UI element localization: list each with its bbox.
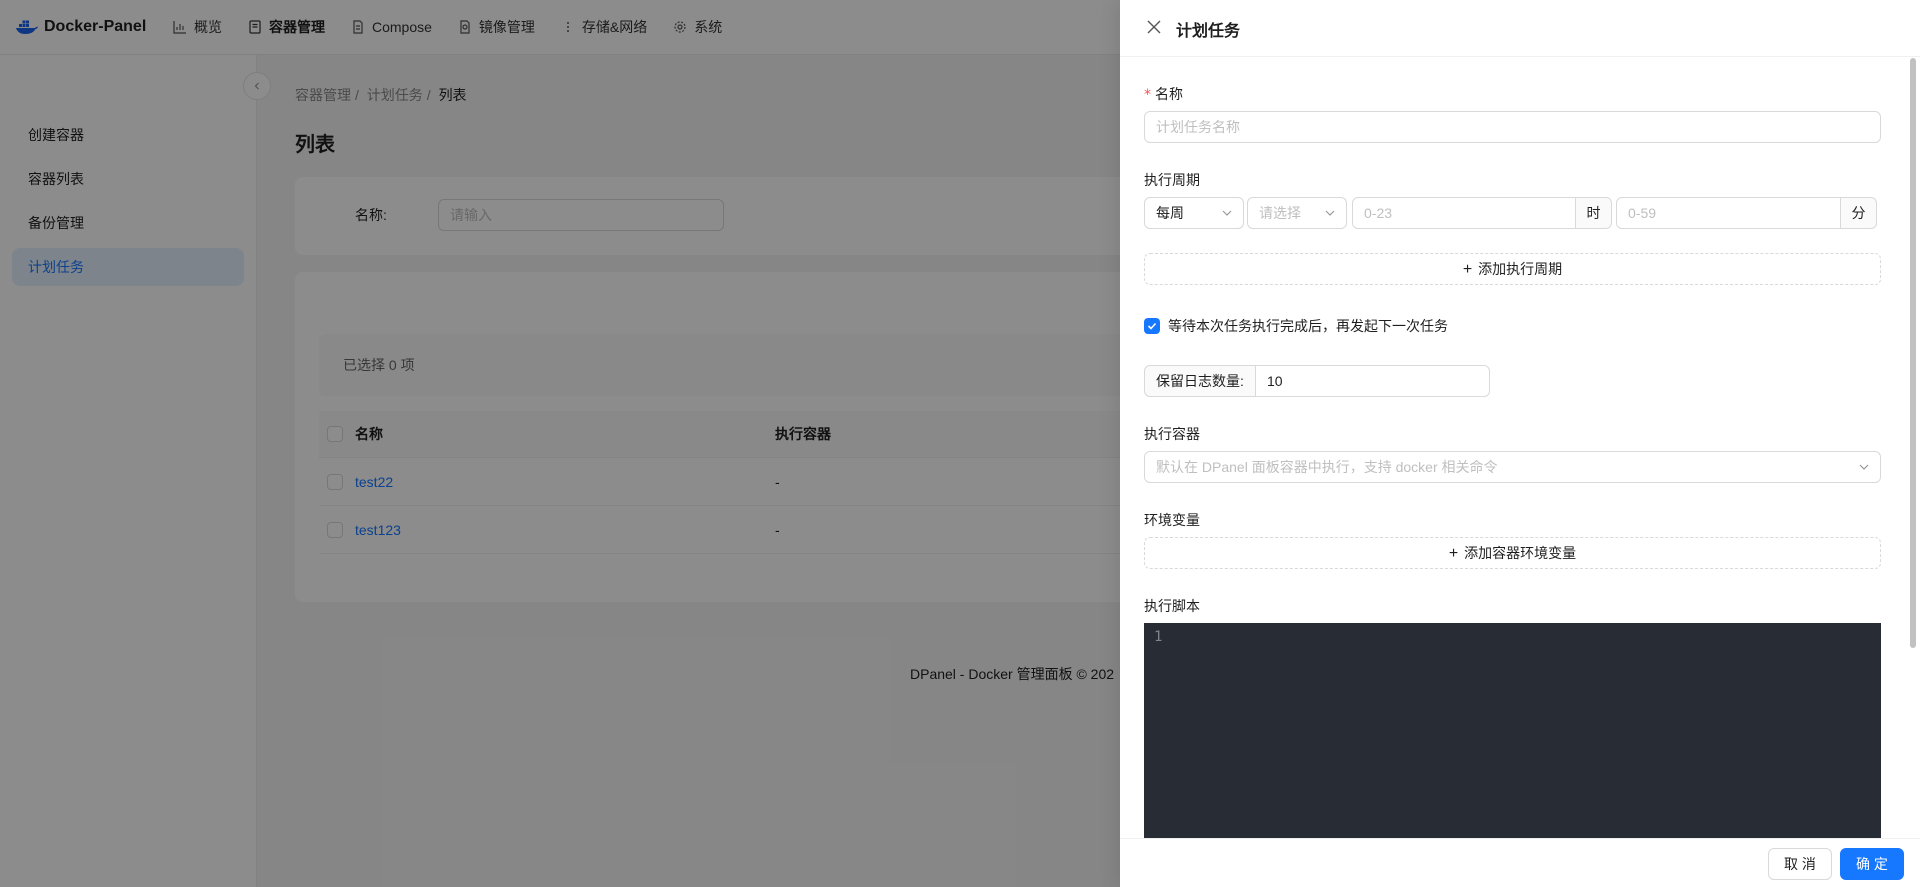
task-name-input[interactable]: 计划任务名称 — [1144, 111, 1881, 143]
wait-complete-checkbox[interactable]: 等待本次任务执行完成后，再发起下一次任务 — [1144, 316, 1448, 336]
script-label: 执行脚本 — [1144, 598, 1200, 614]
period-label: 执行周期 — [1144, 172, 1200, 188]
log-keep-label: 保留日志数量: — [1144, 365, 1256, 397]
plus-icon: + — [1462, 261, 1473, 278]
name-label: * 名称 — [1144, 84, 1183, 104]
period-type-select[interactable]: 每周 — [1144, 197, 1244, 229]
period-day-placeholder: 请选择 — [1259, 205, 1301, 221]
hour-unit: 时 — [1575, 197, 1612, 229]
container-placeholder: 默认在 DPanel 面板容器中执行，支持 docker 相关命令 — [1156, 459, 1498, 475]
wait-complete-label: 等待本次任务执行完成后，再发起下一次任务 — [1168, 318, 1448, 334]
chevron-down-icon — [1325, 210, 1335, 216]
scheduled-task-drawer: 计划任务 * 名称 计划任务名称 执行周期 每周 请选择 0-23 时 0-59 … — [1120, 0, 1920, 887]
container-label: 执行容器 — [1144, 426, 1200, 442]
chevron-down-icon — [1222, 210, 1232, 216]
add-env-label: 添加容器环境变量 — [1464, 545, 1577, 561]
script-editor[interactable]: 1 — [1144, 623, 1881, 838]
drawer-header: 计划任务 — [1120, 0, 1920, 57]
confirm-button[interactable]: 确 定 — [1840, 848, 1904, 880]
chevron-down-icon — [1859, 464, 1869, 470]
required-mark: * — [1144, 87, 1151, 103]
log-keep-input[interactable]: 10 — [1255, 365, 1490, 397]
env-label: 环境变量 — [1144, 512, 1200, 528]
minute-unit: 分 — [1840, 197, 1877, 229]
drawer-scrollbar[interactable] — [1910, 58, 1916, 648]
checkbox-checked-icon[interactable] — [1144, 318, 1160, 334]
period-day-select[interactable]: 请选择 — [1247, 197, 1347, 229]
container-select[interactable]: 默认在 DPanel 面板容器中执行，支持 docker 相关命令 — [1144, 451, 1881, 483]
drawer-title: 计划任务 — [1176, 23, 1241, 40]
add-period-label: 添加执行周期 — [1478, 261, 1563, 277]
plus-icon: + — [1448, 545, 1459, 562]
drawer-footer: 取 消 确 定 — [1120, 838, 1920, 887]
hour-input[interactable]: 0-23 — [1352, 197, 1576, 229]
add-period-button[interactable]: + 添加执行周期 — [1144, 253, 1881, 285]
name-label-text: 名称 — [1155, 86, 1183, 102]
cancel-button[interactable]: 取 消 — [1768, 848, 1832, 880]
line-number: 1 — [1154, 629, 1163, 645]
add-env-button[interactable]: + 添加容器环境变量 — [1144, 537, 1881, 569]
period-type-value: 每周 — [1156, 205, 1184, 221]
minute-input[interactable]: 0-59 — [1616, 197, 1841, 229]
close-icon[interactable] — [1146, 19, 1162, 35]
